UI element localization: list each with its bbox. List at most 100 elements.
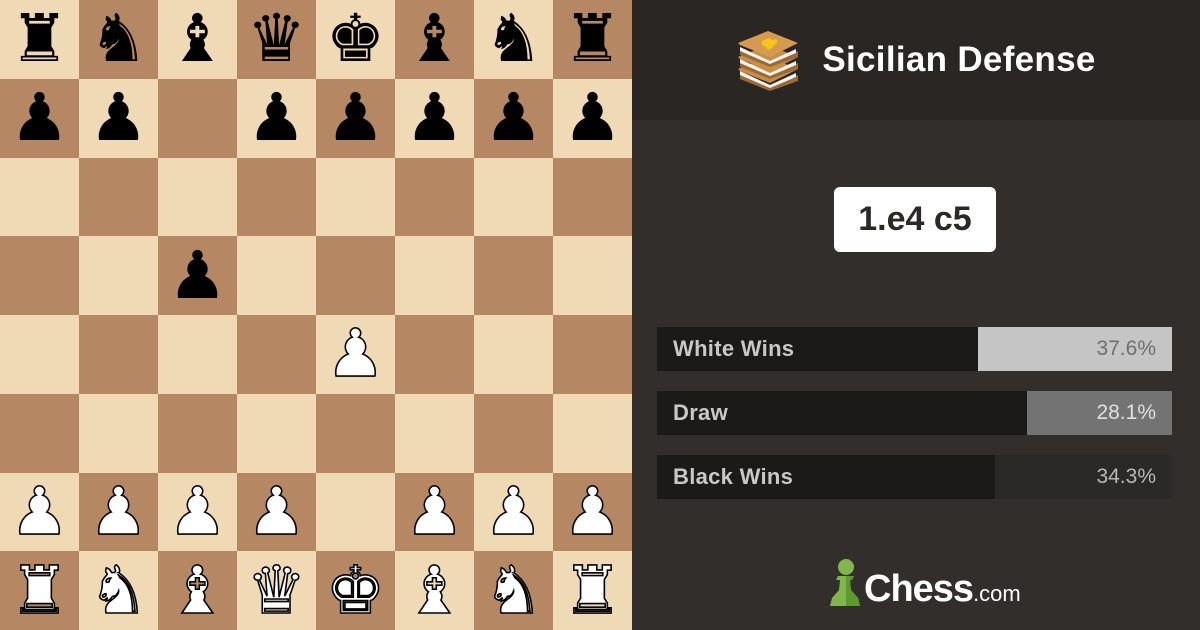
square-b8[interactable]: ♞ — [79, 0, 158, 79]
square-c6[interactable] — [158, 157, 237, 237]
square-g7[interactable]: ♟ — [474, 78, 553, 158]
square-e2[interactable] — [316, 472, 395, 552]
square-a8[interactable]: ♜ — [0, 0, 79, 79]
square-b6[interactable] — [79, 157, 158, 237]
square-a7[interactable]: ♟ — [0, 78, 79, 158]
white-pawn-icon[interactable]: ♟ — [9, 478, 70, 546]
white-rook-icon[interactable]: ♜ — [9, 556, 70, 624]
black-king-icon[interactable]: ♚ — [326, 6, 385, 72]
chess-com-logo[interactable]: Chess .com — [828, 558, 1021, 608]
square-e1[interactable]: ♚ — [316, 551, 395, 630]
stat-label: Draw — [673, 400, 728, 425]
black-pawn-icon[interactable]: ♟ — [484, 85, 543, 151]
square-d3[interactable] — [237, 393, 316, 473]
square-h5[interactable] — [553, 236, 632, 315]
white-rook-icon[interactable]: ♜ — [562, 556, 623, 624]
square-h2[interactable]: ♟ — [553, 472, 632, 552]
square-h4[interactable] — [553, 315, 632, 394]
white-bishop-icon[interactable]: ♝ — [167, 556, 228, 624]
black-pawn-icon[interactable]: ♟ — [326, 85, 385, 151]
square-b2[interactable]: ♟ — [79, 472, 158, 552]
white-pawn-icon[interactable]: ♟ — [404, 478, 465, 546]
white-king-icon[interactable]: ♚ — [325, 556, 386, 624]
square-b3[interactable] — [79, 393, 158, 473]
black-pawn-icon[interactable]: ♟ — [247, 85, 306, 151]
square-a5[interactable] — [0, 236, 79, 315]
white-pawn-icon[interactable]: ♟ — [167, 478, 228, 546]
black-pawn-icon[interactable]: ♟ — [89, 85, 148, 151]
stat-bar-black-wins: Black Wins 34.3% — [657, 455, 1172, 499]
square-h6[interactable] — [553, 157, 632, 237]
square-h3[interactable] — [553, 393, 632, 473]
pawn-logo-icon — [830, 559, 860, 606]
square-e7[interactable]: ♟ — [316, 78, 395, 158]
square-g6[interactable] — [474, 157, 553, 237]
square-f7[interactable]: ♟ — [395, 78, 474, 158]
square-f2[interactable]: ♟ — [395, 472, 474, 552]
white-knight-icon[interactable]: ♞ — [88, 556, 149, 624]
square-e4[interactable]: ♟ — [316, 315, 395, 394]
square-f4[interactable] — [395, 315, 474, 394]
black-knight-icon[interactable]: ♞ — [89, 6, 148, 72]
square-g3[interactable] — [474, 393, 553, 473]
square-d6[interactable] — [237, 157, 316, 237]
square-b4[interactable] — [79, 315, 158, 394]
square-c3[interactable] — [158, 393, 237, 473]
square-f5[interactable] — [395, 236, 474, 315]
square-d7[interactable]: ♟ — [237, 78, 316, 158]
black-pawn-icon[interactable]: ♟ — [563, 85, 622, 151]
square-g4[interactable] — [474, 315, 553, 394]
square-c8[interactable]: ♝ — [158, 0, 237, 79]
square-a6[interactable] — [0, 157, 79, 237]
square-d2[interactable]: ♟ — [237, 472, 316, 552]
square-d1[interactable]: ♛ — [237, 551, 316, 630]
black-rook-icon[interactable]: ♜ — [563, 6, 622, 72]
white-pawn-icon[interactable]: ♟ — [88, 478, 149, 546]
square-e8[interactable]: ♚ — [316, 0, 395, 79]
square-e5[interactable] — [316, 236, 395, 315]
white-pawn-icon[interactable]: ♟ — [246, 478, 307, 546]
square-d8[interactable]: ♛ — [237, 0, 316, 79]
black-queen-icon[interactable]: ♛ — [247, 6, 306, 72]
white-knight-icon[interactable]: ♞ — [483, 556, 544, 624]
square-a3[interactable] — [0, 393, 79, 473]
square-e3[interactable] — [316, 393, 395, 473]
square-e6[interactable] — [316, 157, 395, 237]
square-b7[interactable]: ♟ — [79, 78, 158, 158]
white-pawn-icon[interactable]: ♟ — [562, 478, 623, 546]
square-f8[interactable]: ♝ — [395, 0, 474, 79]
square-d5[interactable] — [237, 236, 316, 315]
square-c7[interactable] — [158, 78, 237, 158]
black-pawn-icon[interactable]: ♟ — [10, 85, 69, 151]
white-bishop-icon[interactable]: ♝ — [404, 556, 465, 624]
square-f1[interactable]: ♝ — [395, 551, 474, 630]
square-g2[interactable]: ♟ — [474, 472, 553, 552]
square-f6[interactable] — [395, 157, 474, 237]
white-pawn-icon[interactable]: ♟ — [325, 320, 386, 388]
square-g8[interactable]: ♞ — [474, 0, 553, 79]
square-a4[interactable] — [0, 315, 79, 394]
square-c4[interactable] — [158, 315, 237, 394]
black-rook-icon[interactable]: ♜ — [10, 6, 69, 72]
black-knight-icon[interactable]: ♞ — [484, 6, 543, 72]
square-c1[interactable]: ♝ — [158, 551, 237, 630]
square-b5[interactable] — [79, 236, 158, 315]
square-f3[interactable] — [395, 393, 474, 473]
white-pawn-icon[interactable]: ♟ — [483, 478, 544, 546]
square-g5[interactable] — [474, 236, 553, 315]
black-pawn-icon[interactable]: ♟ — [405, 85, 464, 151]
square-h1[interactable]: ♜ — [553, 551, 632, 630]
black-bishop-icon[interactable]: ♝ — [168, 6, 227, 72]
square-c5[interactable]: ♟ — [158, 236, 237, 315]
square-a2[interactable]: ♟ — [0, 472, 79, 552]
square-h7[interactable]: ♟ — [553, 78, 632, 158]
black-bishop-icon[interactable]: ♝ — [405, 6, 464, 72]
square-c2[interactable]: ♟ — [158, 472, 237, 552]
square-a1[interactable]: ♜ — [0, 551, 79, 630]
square-d4[interactable] — [237, 315, 316, 394]
white-queen-icon[interactable]: ♛ — [246, 556, 307, 624]
square-h8[interactable]: ♜ — [553, 0, 632, 79]
square-g1[interactable]: ♞ — [474, 551, 553, 630]
black-pawn-icon[interactable]: ♟ — [168, 242, 227, 309]
square-b1[interactable]: ♞ — [79, 551, 158, 630]
